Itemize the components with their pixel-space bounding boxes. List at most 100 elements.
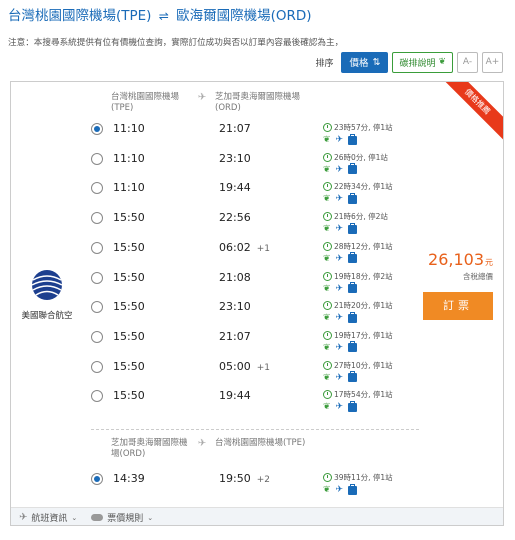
flight-option-row[interactable]: 15:50 05:00 +1 27時10分, 停1站 ❦ ✈ xyxy=(91,359,393,389)
price-amount: 26,103 xyxy=(428,250,484,269)
flight-option-row[interactable]: 11:10 23:10 26時0分, 停1站 ❦ ✈ xyxy=(91,151,388,181)
outbound-header: 台灣桃園國際機場(TPE) ✈ 芝加哥奧海爾國際機場(ORD) xyxy=(111,92,315,114)
flight-option-row[interactable]: 15:50 22:56 21時6分, 停2站 ❦ ✈ xyxy=(91,210,388,240)
departure-time: 15:50 xyxy=(113,300,145,314)
departure-time: 15:50 xyxy=(113,211,145,225)
flight-option-row[interactable]: 11:10 21:07 23時57分, 停1站 ❦ ✈ xyxy=(91,121,393,151)
duration-info: 22時34分, 停1站 xyxy=(323,181,393,192)
duration-text: 17時54分, 停1站 xyxy=(334,390,393,400)
amenity-icons: ❦ ✈ xyxy=(323,371,358,383)
plane-icon: ✈ xyxy=(335,342,344,353)
carbon-info-button[interactable]: 碳排說明 ❦ xyxy=(392,51,453,73)
font-decrease-button[interactable]: A- xyxy=(457,51,478,73)
arrival-time-wrap: 21:07 xyxy=(219,330,257,343)
duration-info: 19時17分, 停1站 xyxy=(323,330,393,341)
arrival-time-wrap: 22:56 xyxy=(219,211,257,224)
flight-radio[interactable] xyxy=(91,473,103,485)
arrival-time: 19:44 xyxy=(219,181,251,195)
sort-toolbar: 排序 價格 ⇅ 碳排說明 ❦ A- A+ xyxy=(315,51,503,73)
flight-option-row[interactable]: 15:50 21:08 19時18分, 停2站 ❦ ✈ xyxy=(91,270,393,300)
clock-icon xyxy=(323,360,332,370)
flight-radio[interactable] xyxy=(91,152,103,165)
leaf-icon: ❦ xyxy=(323,224,331,235)
flight-result-card: 價格推薦 美國聯合航空 台灣桃園國際機場(TPE) ✈ 芝加哥奧海爾國際機場(O… xyxy=(10,81,504,526)
arrival-time: 21:07 xyxy=(219,122,251,135)
font-increase-button[interactable]: A+ xyxy=(482,51,503,73)
flight-radio[interactable] xyxy=(91,241,103,254)
flight-option-row[interactable]: 15:50 21:07 19時17分, 停1站 ❦ ✈ xyxy=(91,329,393,359)
flight-radio[interactable] xyxy=(91,212,103,225)
recommend-ribbon: 價格推薦 xyxy=(435,82,503,144)
arrival-time: 23:10 xyxy=(219,300,251,314)
arrival-time: 21:07 xyxy=(219,329,251,343)
arrival-time: 22:56 xyxy=(219,211,251,225)
leaf-icon: ❦ xyxy=(323,164,331,175)
amenity-icons: ❦ ✈ xyxy=(323,133,358,145)
carbon-info-label: 碳排說明 xyxy=(399,58,436,69)
flight-option-row[interactable]: 15:50 23:10 21時20分, 停1站 ❦ ✈ xyxy=(91,299,393,329)
arrival-time-wrap: 06:02 +1 xyxy=(219,241,270,254)
baggage-icon xyxy=(348,163,358,175)
amenity-icons: ❦ ✈ xyxy=(323,252,358,264)
flight-option-row[interactable]: 14:39 19:50 +2 39時11分, 停1站 ❦ ✈ xyxy=(91,471,393,501)
duration-text: 27時10分, 停1站 xyxy=(334,360,393,370)
flight-info-toggle[interactable]: ✈ 航班資訊 ⌄ xyxy=(19,511,77,524)
flight-option-row[interactable]: 11:10 19:44 22時34分, 停1站 ❦ ✈ xyxy=(91,180,393,210)
price-box: 26,103元 含稅總價 xyxy=(419,250,503,282)
day-offset: +1 xyxy=(256,362,270,373)
duration-text: 21時6分, 停2站 xyxy=(334,212,388,222)
departure-time: 14:39 xyxy=(113,472,145,485)
amenity-icons: ❦ ✈ xyxy=(323,282,358,294)
amenity-icons: ❦ ✈ xyxy=(323,483,358,495)
flight-option-row[interactable]: 15:50 06:02 +1 28時12分, 停1站 ❦ ✈ xyxy=(91,240,393,270)
plane-icon: ✈ xyxy=(19,512,28,523)
arrival-time-wrap: 05:00 +1 xyxy=(219,360,270,373)
duration-text: 39時11分, 停1站 xyxy=(334,473,393,482)
arrival-time-wrap: 23:10 xyxy=(219,300,257,313)
segment-divider xyxy=(91,429,419,430)
flight-radio[interactable] xyxy=(91,182,103,195)
baggage-icon xyxy=(348,282,358,293)
duration-text: 23時57分, 停1站 xyxy=(334,123,393,132)
leaf-icon: ❦ xyxy=(323,135,331,145)
departure-time: 11:10 xyxy=(113,181,145,195)
duration-text: 19時17分, 停1站 xyxy=(334,330,393,340)
fare-rules-toggle[interactable]: 票價規則 ⌄ xyxy=(91,511,153,524)
amenity-icons: ❦ ✈ xyxy=(323,311,358,323)
leaf-icon: ❦ xyxy=(323,402,331,413)
duration-text: 19時18分, 停2站 xyxy=(334,271,393,281)
flight-option-row[interactable]: 15:50 19:44 17時54分, 停1站 ❦ ✈ xyxy=(91,388,393,418)
arrival-time: 19:50 xyxy=(219,472,251,485)
amenity-icons: ❦ ✈ xyxy=(323,192,358,204)
flight-radio[interactable] xyxy=(91,301,103,314)
duration-info: 26時0分, 停1站 xyxy=(323,152,388,163)
baggage-icon xyxy=(348,400,358,412)
flight-radio[interactable] xyxy=(91,390,103,403)
chevron-down-icon: ⌄ xyxy=(71,513,78,522)
flight-radio[interactable] xyxy=(91,123,103,135)
flight-radio[interactable] xyxy=(91,360,103,373)
arrival-time-wrap: 23:10 xyxy=(219,152,257,165)
book-button[interactable]: 訂票 xyxy=(423,292,493,320)
inbound-header: 芝加哥奧海爾國際機場(ORD) ✈ 台灣桃園國際機場(TPE) xyxy=(111,438,315,460)
inbound-dep-airport: 芝加哥奧海爾國際機場(ORD) xyxy=(111,438,188,459)
swap-icon: ⇌ xyxy=(158,9,169,23)
plane-icon: ✈ xyxy=(335,135,344,145)
baggage-icon xyxy=(348,133,358,145)
duration-text: 28時12分, 停1站 xyxy=(334,241,393,251)
clock-icon xyxy=(323,390,332,400)
ticket-icon xyxy=(91,514,104,521)
card-footer: ✈ 航班資訊 ⌄ 票價規則 ⌄ xyxy=(11,507,503,525)
destination-airport: 歐海爾國際機場(ORD) xyxy=(176,8,312,24)
baggage-icon xyxy=(348,311,358,323)
departure-time: 15:50 xyxy=(113,270,145,284)
departure-time: 15:50 xyxy=(113,359,145,373)
plane-icon: ✈ xyxy=(335,372,344,383)
arrival-time-wrap: 21:08 xyxy=(219,271,257,284)
flight-radio[interactable] xyxy=(91,330,103,343)
sort-price-button[interactable]: 價格 ⇅ xyxy=(341,51,389,73)
leaf-icon: ❦ xyxy=(323,342,331,353)
arrival-time: 06:02 xyxy=(219,240,251,254)
day-offset: +2 xyxy=(256,475,270,485)
flight-radio[interactable] xyxy=(91,271,103,284)
